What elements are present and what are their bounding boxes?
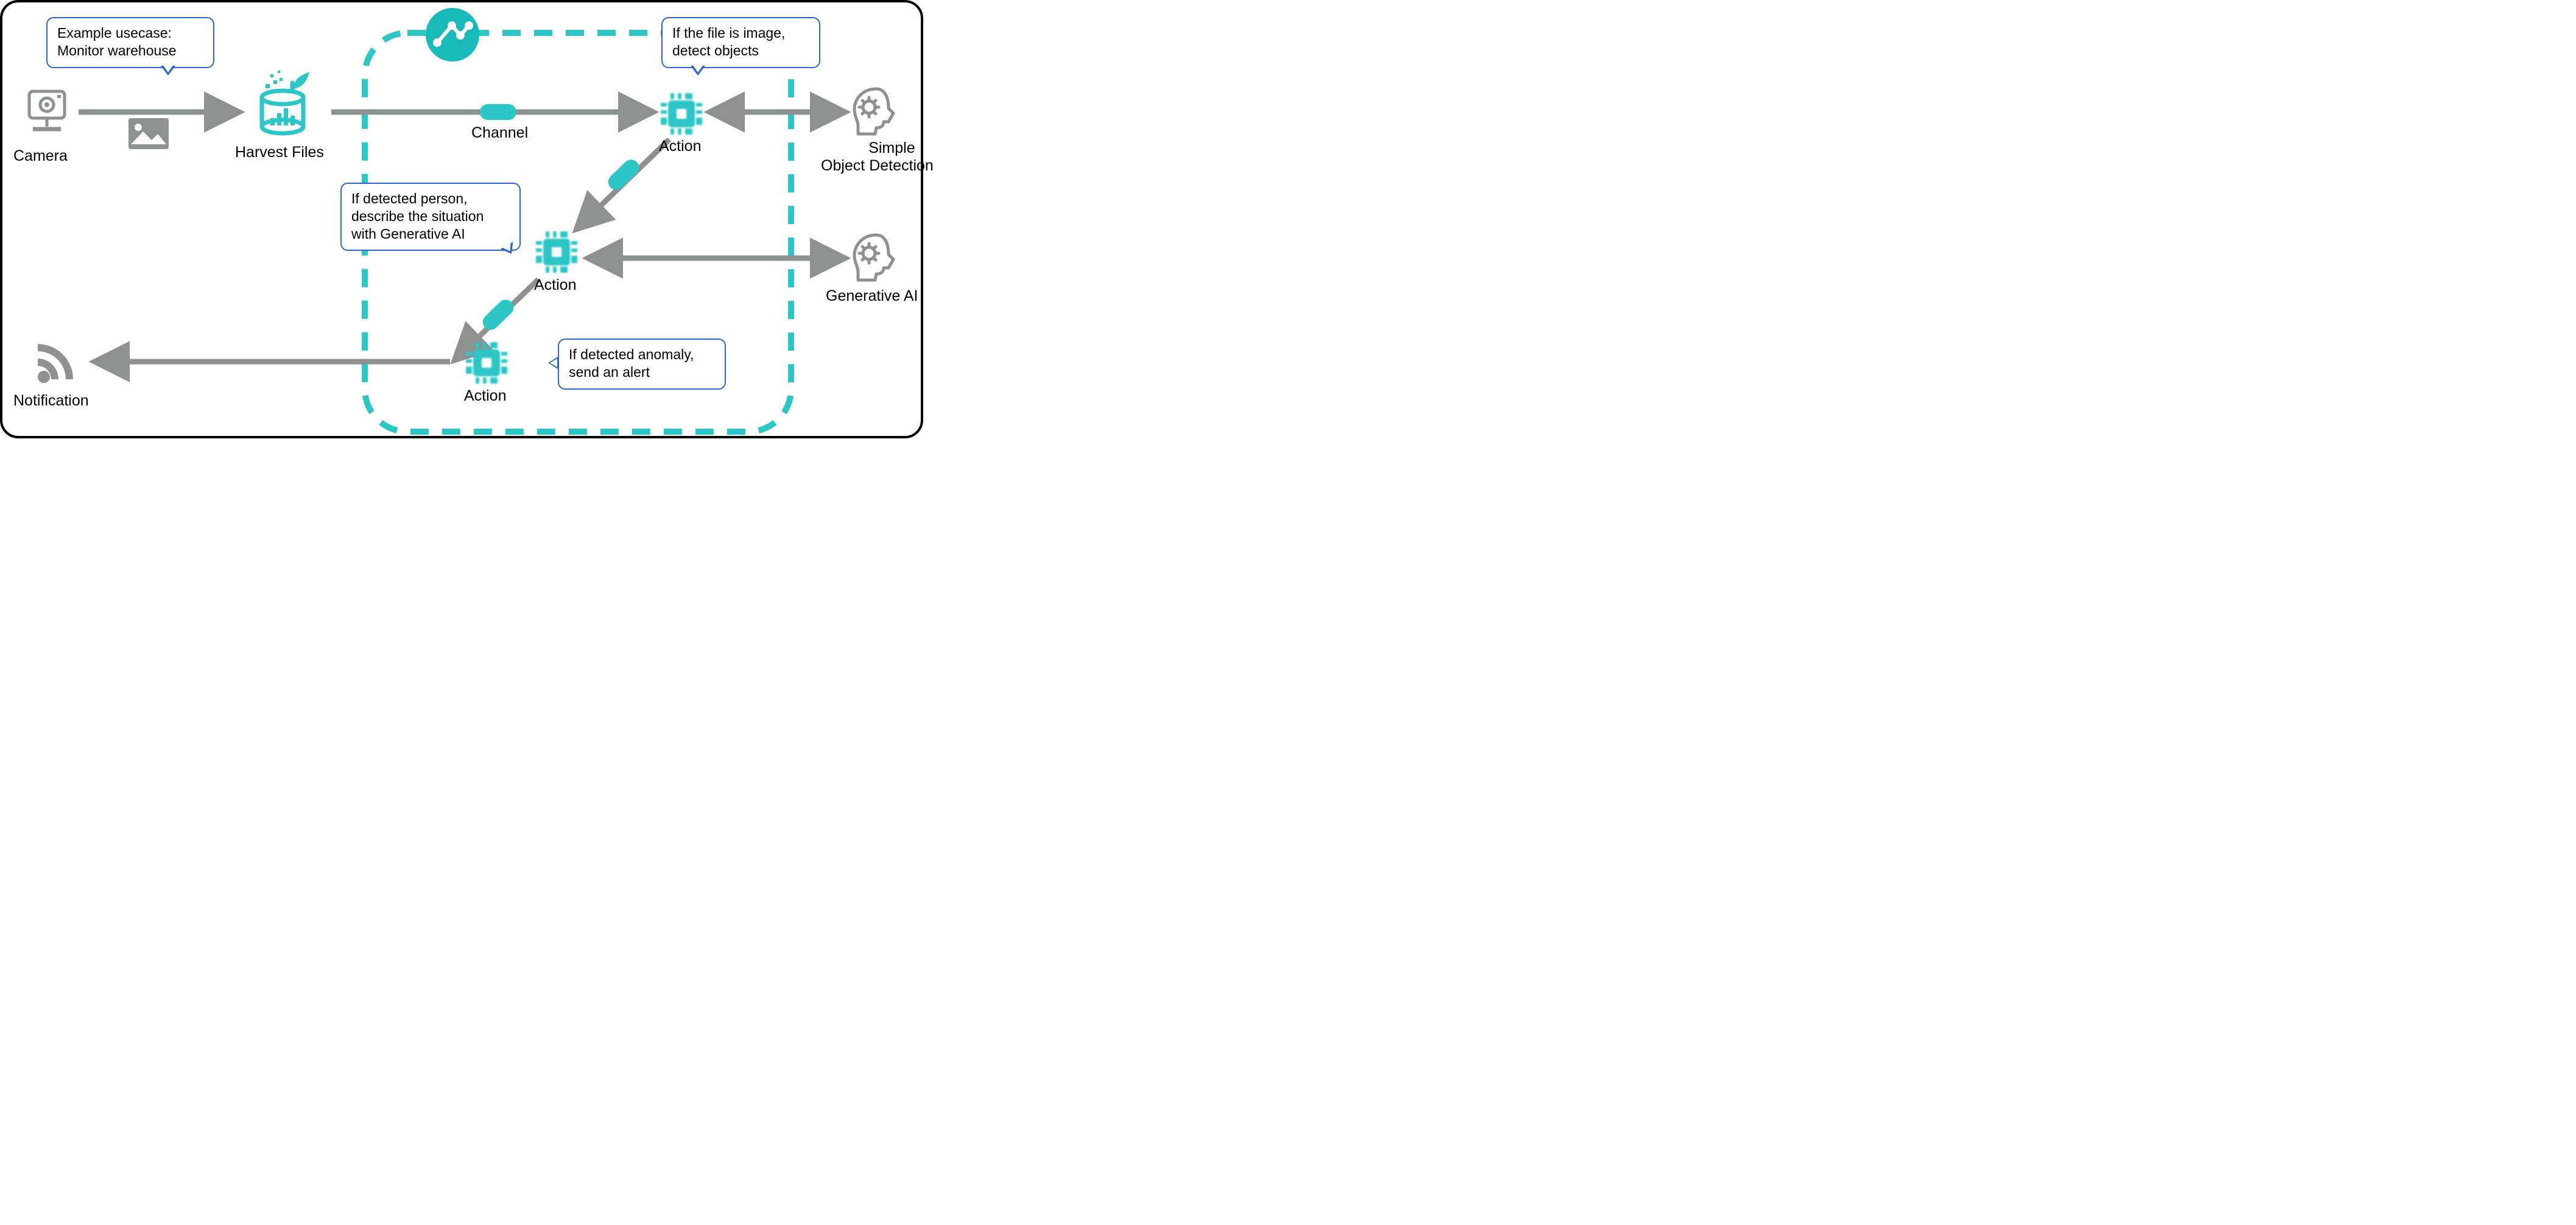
anomaly-callout: If detected anomaly, send an alert [558, 339, 726, 390]
image-file-icon [127, 117, 170, 150]
harvest-files-icon [246, 62, 325, 141]
detect-objects-callout-tail [691, 66, 705, 75]
simple-object-detection-icon [846, 82, 907, 142]
simple-object-detection-label: Simple Object Detection [850, 139, 934, 175]
describe-callout: If detected person, describe the situati… [340, 183, 521, 251]
usecase-callout-tail [161, 66, 175, 75]
action-1-label: Action [659, 138, 701, 155]
chip-icon [462, 339, 511, 387]
detect-objects-callout: If the file is image, detect objects [661, 17, 820, 68]
action-2-node [532, 228, 581, 279]
action-2-label: Action [534, 276, 576, 294]
usecase-callout: Example usecase: Monitor warehouse [46, 17, 214, 68]
chip-icon [657, 90, 706, 138]
notification-icon [33, 334, 88, 389]
harvest-files-label: Harvest Files [235, 144, 324, 161]
channel-label: Channel [471, 124, 528, 142]
channel-cyl-1-icon [480, 104, 516, 120]
chip-icon [532, 228, 581, 276]
camera-label: Camera [13, 147, 68, 165]
action-3-node [462, 339, 511, 390]
generative-ai-label: Generative AI [826, 287, 918, 305]
action-3-label: Action [464, 387, 506, 405]
action-1-node [657, 90, 706, 141]
notification-label: Notification [13, 392, 89, 410]
camera-icon [22, 86, 77, 141]
generative-ai-icon [846, 228, 907, 289]
anomaly-callout-tail [548, 357, 558, 369]
